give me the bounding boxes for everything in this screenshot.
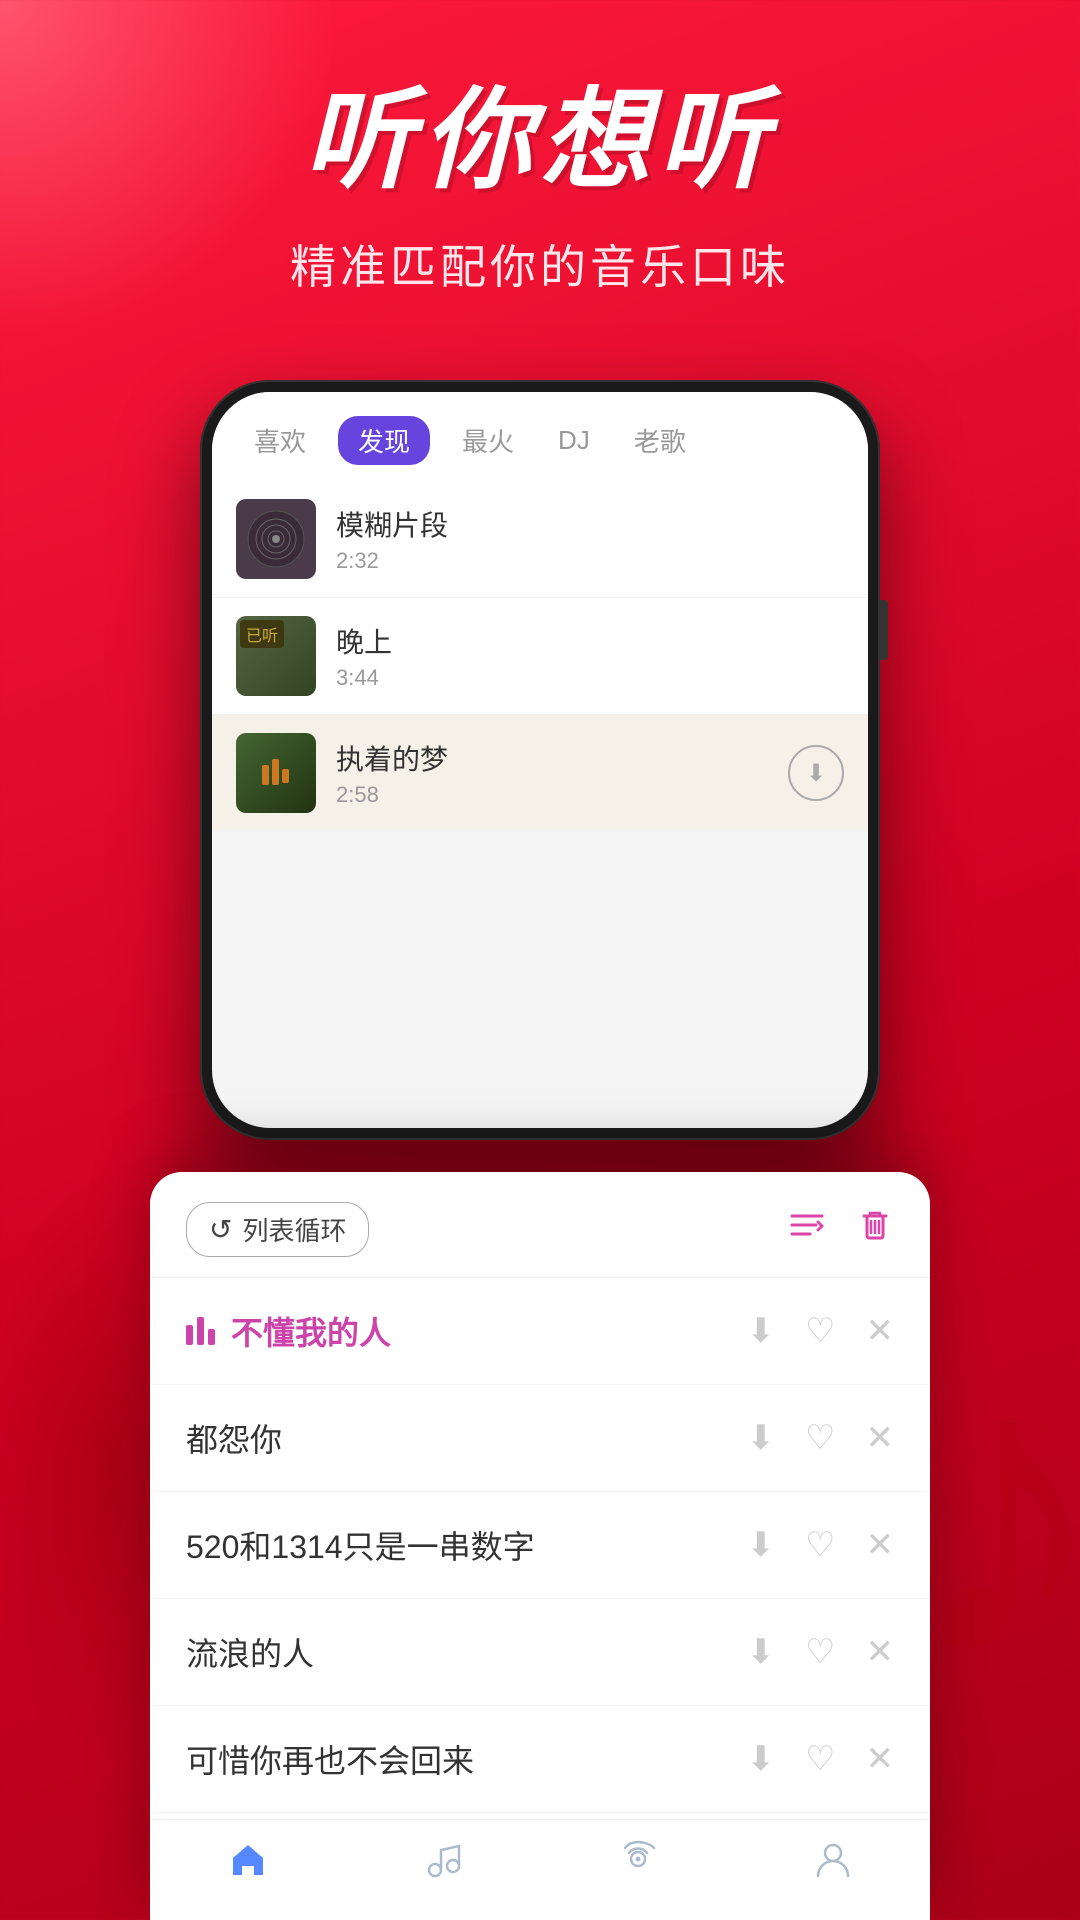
item-actions-3: ⬇ ♡ ✕ — [747, 1525, 894, 1565]
item-remove-3[interactable]: ✕ — [866, 1525, 895, 1565]
song-item[interactable]: 执着的梦 2:58 ⬇ — [212, 715, 868, 832]
album-art-3 — [236, 733, 316, 813]
song-name-1: 模糊片段 — [336, 504, 844, 544]
phone-mockup: 喜欢 发现 最火 DJ 老歌 — [200, 380, 880, 1140]
item-name-1: 不懂我的人 — [231, 1308, 747, 1354]
playlist-panel: ↺ 列表循环 — [150, 1172, 930, 1920]
delete-icon[interactable] — [856, 1206, 894, 1254]
tab-oldies[interactable]: 老歌 — [622, 416, 698, 465]
playlist-item[interactable]: 可惜你再也不会回来 ⬇ ♡ ✕ — [150, 1706, 930, 1813]
playlist-item[interactable]: 520和1314只是一串数字 ⬇ ♡ ✕ — [150, 1492, 930, 1599]
item-name-5: 可惜你再也不会回来 — [186, 1736, 747, 1782]
nav-item-music[interactable] — [422, 1838, 464, 1890]
sub-title: 精准匹配你的音乐口味 — [0, 231, 1080, 297]
loop-label: 列表循环 — [242, 1211, 346, 1248]
item-remove-2[interactable]: ✕ — [866, 1418, 895, 1458]
phone-side-button — [880, 600, 888, 660]
tabs-bar: 喜欢 发现 最火 DJ 老歌 — [212, 392, 868, 481]
song-info-3: 执着的梦 2:58 — [336, 738, 788, 808]
song-name-2: 晚上 — [336, 621, 844, 661]
nav-item-home[interactable] — [227, 1838, 269, 1890]
playlist-header: ↺ 列表循环 — [150, 1202, 930, 1278]
playlist-item[interactable]: 流浪的人 ⬇ ♡ ✕ — [150, 1599, 930, 1706]
item-actions-2: ⬇ ♡ ✕ — [747, 1418, 894, 1458]
music-icon — [422, 1838, 464, 1890]
item-like-5[interactable]: ♡ — [805, 1739, 835, 1779]
song-duration-1: 2:32 — [336, 548, 844, 574]
item-remove-5[interactable]: ✕ — [866, 1739, 895, 1779]
bottom-nav — [150, 1819, 930, 1920]
nav-item-profile[interactable] — [812, 1838, 854, 1890]
item-name-2: 都怨你 — [186, 1415, 747, 1461]
loop-icon: ↺ — [209, 1213, 232, 1246]
item-name-3: 520和1314只是一串数字 — [186, 1522, 747, 1568]
song-info-2: 晚上 3:44 — [336, 621, 844, 691]
tab-discover[interactable]: 发现 — [338, 416, 430, 465]
playlist-item[interactable]: 不懂我的人 ⬇ ♡ ✕ — [150, 1278, 930, 1385]
profile-icon — [812, 1838, 854, 1890]
item-like-3[interactable]: ♡ — [805, 1525, 835, 1565]
item-actions-1: ⬇ ♡ ✕ — [747, 1311, 894, 1351]
playing-bars — [186, 1317, 215, 1345]
item-download-4[interactable]: ⬇ — [747, 1632, 776, 1672]
phone-body: 喜欢 发现 最火 DJ 老歌 — [200, 380, 880, 1140]
item-like-2[interactable]: ♡ — [805, 1418, 835, 1458]
sort-icon[interactable] — [788, 1206, 826, 1254]
song-download-button[interactable]: ⬇ — [788, 745, 844, 801]
album-art-2: 已听 — [236, 616, 316, 696]
phone-screen: 喜欢 发现 最火 DJ 老歌 — [212, 392, 868, 1128]
item-remove-1[interactable]: ✕ — [866, 1311, 895, 1351]
home-icon — [227, 1838, 269, 1890]
album-art-1 — [236, 499, 316, 579]
radio-icon — [617, 1838, 659, 1890]
song-info-1: 模糊片段 2:32 — [336, 504, 844, 574]
item-download-3[interactable]: ⬇ — [747, 1525, 776, 1565]
item-remove-4[interactable]: ✕ — [866, 1632, 895, 1672]
item-like-1[interactable]: ♡ — [805, 1311, 835, 1351]
loop-button[interactable]: ↺ 列表循环 — [186, 1202, 369, 1257]
item-download-2[interactable]: ⬇ — [747, 1418, 776, 1458]
item-name-4: 流浪的人 — [186, 1629, 747, 1675]
header-actions — [788, 1206, 894, 1254]
song-name-3: 执着的梦 — [336, 738, 788, 778]
item-like-4[interactable]: ♡ — [805, 1632, 835, 1672]
song-duration-3: 2:58 — [336, 782, 788, 808]
tab-likes[interactable]: 喜欢 — [242, 416, 318, 465]
tab-hot[interactable]: 最火 — [450, 416, 526, 465]
nav-item-radio[interactable] — [617, 1838, 659, 1890]
playlist-item[interactable]: 都怨你 ⬇ ♡ ✕ — [150, 1385, 930, 1492]
item-download-1[interactable]: ⬇ — [747, 1311, 776, 1351]
header-section: 听你想听 精准匹配你的音乐口味 — [0, 80, 1080, 297]
item-actions-4: ⬇ ♡ ✕ — [747, 1632, 894, 1672]
item-actions-5: ⬇ ♡ ✕ — [747, 1739, 894, 1779]
item-download-5[interactable]: ⬇ — [747, 1739, 776, 1779]
tab-dj[interactable]: DJ — [546, 419, 602, 462]
song-duration-2: 3:44 — [336, 665, 844, 691]
song-item[interactable]: 已听 晚上 3:44 — [212, 598, 868, 715]
song-item[interactable]: 模糊片段 2:32 — [212, 481, 868, 598]
song-list: 模糊片段 2:32 已听 晚上 3:44 — [212, 481, 868, 832]
main-title: 听你想听 — [0, 80, 1080, 201]
